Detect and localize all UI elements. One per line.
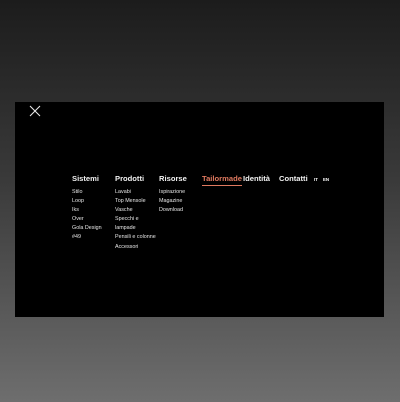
language-en[interactable]: EN: [323, 177, 329, 182]
language-it[interactable]: IT: [314, 177, 318, 182]
menu-item-loop[interactable]: Loop: [72, 197, 102, 206]
close-button[interactable]: [28, 104, 42, 118]
menu-link-identita[interactable]: Identità: [243, 174, 270, 184]
menu-column-tailormade: Tailormade: [202, 174, 242, 190]
menu-item-pensili-colonne[interactable]: Pensili e colonne: [115, 233, 156, 242]
menu-item-stilo[interactable]: Stilo: [72, 188, 102, 197]
menu-column-prodotti: Prodotti Lavabi Top Mensole Vasche Specc…: [115, 174, 156, 252]
menu-heading-prodotti[interactable]: Prodotti: [115, 174, 156, 184]
menu-overlay: Sistemi Stilo Loop Iks Over Gola Design …: [15, 102, 384, 317]
menu-column-contatti: Contatti: [279, 174, 308, 188]
menu-item-over[interactable]: Over: [72, 215, 102, 224]
menu-item-magazine[interactable]: Magazine: [159, 197, 187, 206]
prodotti-list: Lavabi Top Mensole Vasche Specchi e lamp…: [115, 188, 156, 252]
menu-link-contatti[interactable]: Contatti: [279, 174, 308, 184]
menu-item-vasche[interactable]: Vasche: [115, 206, 156, 215]
menu-item-lavabi[interactable]: Lavabi: [115, 188, 156, 197]
menu-column-sistemi: Sistemi Stilo Loop Iks Over Gola Design …: [72, 174, 102, 243]
menu-item-49[interactable]: #49: [72, 233, 102, 242]
menu-column-risorse: Risorse Ispirazione Magazine Download: [159, 174, 187, 215]
menu-item-lampade[interactable]: lampade: [115, 224, 156, 233]
menu-item-specchi[interactable]: Specchi e: [115, 215, 156, 224]
menu-item-accessori[interactable]: Accessori: [115, 243, 156, 252]
menu-item-iks[interactable]: Iks: [72, 206, 102, 215]
menu-item-top-mensole[interactable]: Top Mensole: [115, 197, 156, 206]
menu-item-download[interactable]: Download: [159, 206, 187, 215]
menu-item-gola-design[interactable]: Gola Design: [72, 224, 102, 233]
sistemi-list: Stilo Loop Iks Over Gola Design #49: [72, 188, 102, 243]
close-icon: [29, 105, 41, 117]
menu-column-identita: Identità: [243, 174, 270, 188]
menu-heading-sistemi[interactable]: Sistemi: [72, 174, 102, 184]
menu-link-tailormade[interactable]: Tailormade: [202, 174, 242, 186]
menu-item-ispirazione[interactable]: Ispirazione: [159, 188, 187, 197]
menu-heading-risorse[interactable]: Risorse: [159, 174, 187, 184]
risorse-list: Ispirazione Magazine Download: [159, 188, 187, 215]
